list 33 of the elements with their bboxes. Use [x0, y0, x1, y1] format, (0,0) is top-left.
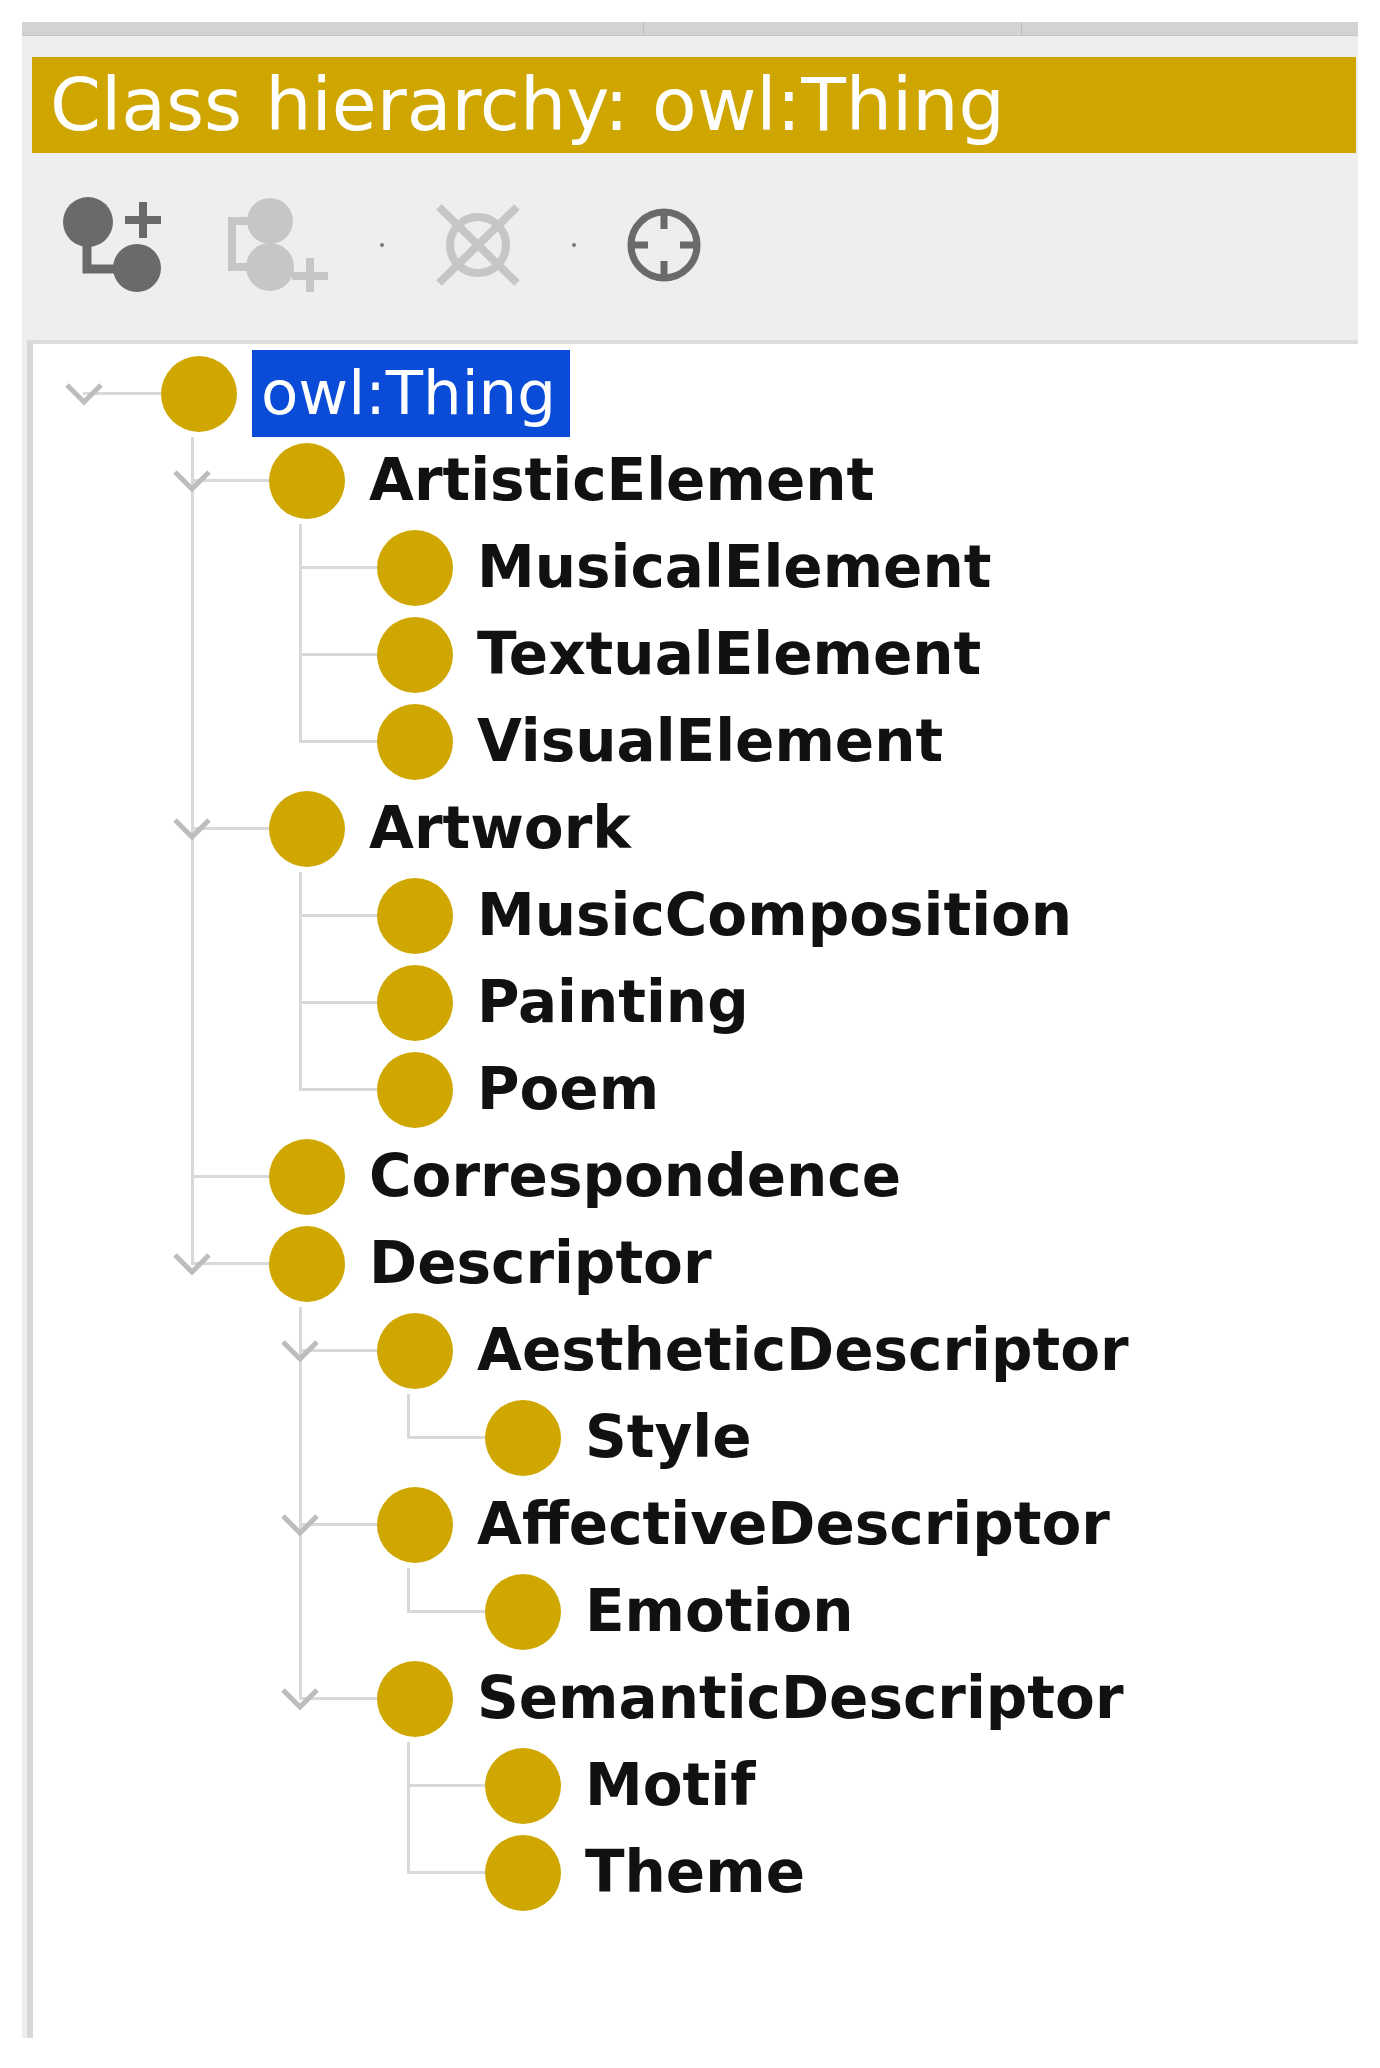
tree-item[interactable]: Poem	[468, 1056, 669, 1123]
add-child-node-icon	[63, 197, 163, 292]
chevron-icon[interactable]	[172, 816, 212, 841]
tree-item[interactable]: ArtisticElement	[360, 447, 884, 514]
add-subclass-button[interactable]	[63, 197, 163, 292]
chevron-icon[interactable]	[280, 1686, 320, 1711]
tree-item[interactable]: Style	[576, 1404, 761, 1471]
tree-item[interactable]: MusicComposition	[468, 882, 1082, 949]
tree-item[interactable]: MusicalElement	[468, 534, 1001, 601]
tree-item[interactable]: AestheticDescriptor	[468, 1317, 1138, 1384]
tree-item[interactable]: SemanticDescriptor	[468, 1665, 1133, 1732]
tree-item[interactable]: Artwork	[360, 795, 640, 862]
tree-item[interactable]: Motif	[576, 1752, 765, 1819]
toolbar-separator	[380, 242, 384, 247]
tree-item[interactable]: TextualElement	[468, 621, 991, 688]
crosshair-icon	[626, 206, 702, 283]
tree-item[interactable]: Correspondence	[360, 1143, 910, 1210]
tree-item[interactable]: owl:Thing	[252, 350, 570, 437]
chevron-icon[interactable]	[280, 1338, 320, 1363]
delete-icon	[434, 201, 522, 288]
tree-item[interactable]: AffectiveDescriptor	[468, 1491, 1119, 1558]
chevron-icon[interactable]	[64, 381, 104, 406]
chevron-icon[interactable]	[172, 468, 212, 493]
tree-item[interactable]: Emotion	[576, 1578, 863, 1645]
tree-item[interactable]: Painting	[468, 969, 758, 1036]
tree-item[interactable]: Theme	[576, 1839, 814, 1906]
panel-title: Class hierarchy: owl:Thing	[49, 61, 1005, 149]
toolbar-separator	[572, 242, 576, 247]
chevron-icon[interactable]	[172, 1251, 212, 1276]
locate-button[interactable]	[626, 206, 702, 283]
tree-item[interactable]: Descriptor	[360, 1230, 721, 1297]
chevron-icon[interactable]	[280, 1512, 320, 1537]
tree-item[interactable]: VisualElement	[468, 708, 953, 775]
